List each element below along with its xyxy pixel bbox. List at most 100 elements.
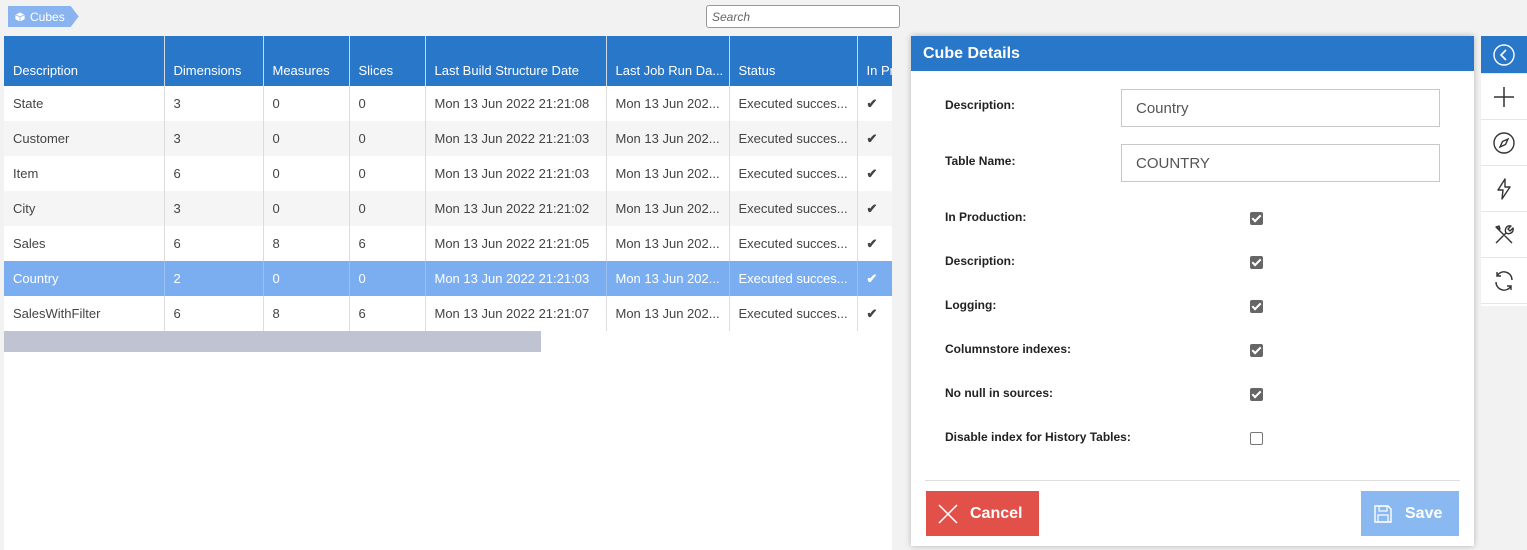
cell-last-build: Mon 13 Jun 2022 21:21:07	[425, 296, 607, 331]
cell-dimensions: 3	[164, 121, 264, 156]
cell-slices: 0	[349, 261, 426, 296]
cell-measures: 8	[263, 226, 350, 261]
table-row[interactable]: SalesWithFilter 6 8 6 Mon 13 Jun 2022 21:21:…	[4, 296, 892, 331]
cell-dimensions: 2	[164, 261, 264, 296]
cell-last-job: Mon 13 Jun 202...	[606, 86, 730, 121]
checkbox-label: No null in sources:	[945, 386, 1054, 400]
cell-description: Customer	[4, 121, 165, 156]
cell-measures: 8	[263, 296, 350, 331]
table-name-row: Table Name:	[945, 154, 1015, 168]
cell-in-production: ✔	[857, 226, 892, 261]
cell-in-production: ✔	[857, 191, 892, 226]
cell-slices: 0	[349, 86, 426, 121]
cell-in-production: ✔	[857, 261, 892, 296]
checkbox-label: In Production:	[945, 210, 1027, 224]
column-header-slices[interactable]: Slices	[349, 36, 426, 86]
checkbox-row: No null in sources:	[945, 386, 1053, 400]
cell-description: SalesWithFilter	[4, 296, 165, 331]
cell-in-production: ✔	[857, 296, 892, 331]
checkbox[interactable]	[1250, 344, 1263, 357]
cell-status: Executed succes...	[729, 296, 858, 331]
horizontal-scrollbar[interactable]	[4, 331, 541, 352]
cell-last-build: Mon 13 Jun 2022 21:21:03	[425, 156, 607, 191]
checkbox-label: Columnstore indexes:	[945, 342, 1072, 356]
cell-dimensions: 6	[164, 296, 264, 331]
column-header-description[interactable]: Description	[4, 36, 165, 86]
column-header-status[interactable]: Status	[729, 36, 858, 86]
cell-slices: 6	[349, 226, 426, 261]
cube-icon	[14, 11, 26, 23]
column-header-last-build[interactable]: Last Build Structure Date	[425, 36, 607, 86]
cell-in-production: ✔	[857, 121, 892, 156]
table-row[interactable]: State 3 0 0 Mon 13 Jun 2022 21:21:08 Mon 13 J…	[4, 86, 892, 121]
checkbox-row: Description:	[945, 254, 1015, 268]
cell-slices: 6	[349, 296, 426, 331]
table-row[interactable]: Customer 3 0 0 Mon 13 Jun 2022 21:21:03 Mon 1…	[4, 121, 892, 156]
checkbox[interactable]	[1250, 212, 1263, 225]
navigate-button[interactable]	[1481, 120, 1527, 166]
breadcrumb-cubes[interactable]: Cubes	[8, 6, 79, 27]
column-header-in-production[interactable]: In Pr	[857, 36, 892, 86]
execute-button[interactable]	[1481, 166, 1527, 212]
cell-status: Executed succes...	[729, 261, 858, 296]
save-label: Save	[1405, 504, 1443, 522]
description-field[interactable]	[1121, 89, 1440, 127]
column-header-measures[interactable]: Measures	[263, 36, 350, 86]
footer-divider	[925, 480, 1460, 481]
column-header-dimensions[interactable]: Dimensions	[164, 36, 264, 86]
checkbox-row: Logging:	[945, 298, 996, 312]
add-button[interactable]	[1481, 74, 1527, 120]
plus-icon	[1494, 86, 1514, 107]
cell-dimensions: 6	[164, 226, 264, 261]
table-row[interactable]: Item 6 0 0 Mon 13 Jun 2022 21:21:03 Mon 13 Ju…	[4, 156, 892, 191]
cell-last-job: Mon 13 Jun 202...	[606, 261, 730, 296]
cell-description: Country	[4, 261, 165, 296]
cell-description: Item	[4, 156, 165, 191]
cancel-button[interactable]: Cancel	[926, 491, 1039, 536]
column-header-last-job[interactable]: Last Job Run Da...	[606, 36, 730, 86]
cell-description: State	[4, 86, 165, 121]
cell-last-build: Mon 13 Jun 2022 21:21:02	[425, 191, 607, 226]
search-input[interactable]	[706, 5, 900, 28]
checkbox-label: Description:	[945, 254, 1016, 268]
checkbox-row: In Production:	[945, 210, 1026, 224]
checkbox[interactable]	[1250, 300, 1263, 313]
compass-icon	[1493, 131, 1515, 154]
checkbox-row: Columnstore indexes:	[945, 342, 1071, 356]
description-row: Description:	[945, 98, 1015, 112]
panel-title: Cube Details	[911, 36, 1474, 71]
cell-status: Executed succes...	[729, 226, 858, 261]
cell-last-build: Mon 13 Jun 2022 21:21:03	[425, 121, 607, 156]
table-row[interactable]: Sales 6 8 6 Mon 13 Jun 2022 21:21:05 Mon 13 J…	[4, 226, 892, 261]
grid-header-row: Description Dimensions Measures Slices L…	[4, 36, 892, 86]
cell-dimensions: 3	[164, 86, 264, 121]
cell-in-production: ✔	[857, 156, 892, 191]
table-row[interactable]: City 3 0 0 Mon 13 Jun 2022 21:21:02 Mon 13 Ju…	[4, 191, 892, 226]
right-toolbar	[1481, 36, 1527, 306]
collapse-panel-button[interactable]	[1481, 36, 1527, 74]
close-icon	[926, 491, 970, 536]
checkbox-label: Logging:	[945, 298, 997, 312]
save-button[interactable]: Save	[1361, 491, 1459, 536]
cell-measures: 0	[263, 156, 350, 191]
cell-last-job: Mon 13 Jun 202...	[606, 296, 730, 331]
cell-slices: 0	[349, 121, 426, 156]
tools-icon	[1495, 224, 1514, 243]
cell-last-job: Mon 13 Jun 202...	[606, 191, 730, 226]
cell-measures: 0	[263, 261, 350, 296]
cell-status: Executed succes...	[729, 191, 858, 226]
description-label: Description:	[945, 98, 1016, 112]
cell-description: Sales	[4, 226, 165, 261]
cell-status: Executed succes...	[729, 86, 858, 121]
table-row[interactable]: Country 2 0 0 Mon 13 Jun 2022 21:21:03 Mon 13…	[4, 261, 892, 296]
table-name-field[interactable]	[1121, 144, 1440, 182]
table-name-label: Table Name:	[945, 154, 1016, 168]
lightning-icon	[1497, 177, 1511, 200]
checkbox-row: Disable index for History Tables:	[945, 430, 1131, 444]
tools-button[interactable]	[1481, 212, 1527, 258]
checkbox[interactable]	[1250, 256, 1263, 269]
checkbox[interactable]	[1250, 388, 1263, 401]
refresh-icon	[1495, 270, 1513, 291]
checkbox[interactable]	[1250, 432, 1263, 445]
refresh-button[interactable]	[1481, 258, 1527, 304]
